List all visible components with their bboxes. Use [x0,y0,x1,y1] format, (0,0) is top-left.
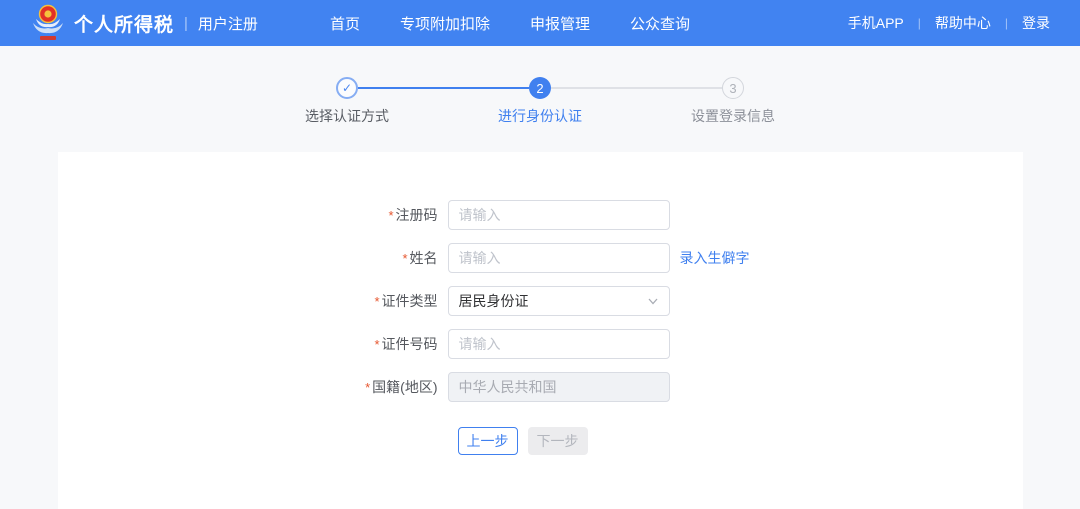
page-subtitle: 用户注册 [198,13,258,34]
identity-form: *注册码 *姓名 录入生僻字 *证件类型 居民身份证 *证件号码 *国籍(地区) [58,152,1023,455]
name-input[interactable] [448,243,670,273]
step-label: 进行身份认证 [498,106,582,126]
nav-item-special-deduction[interactable]: 专项附加扣除 [400,13,490,34]
app-title: 个人所得税 [74,10,174,37]
form-card: *注册码 *姓名 录入生僻字 *证件类型 居民身份证 *证件号码 *国籍(地区) [58,152,1023,509]
step-label: 选择认证方式 [305,106,389,126]
field-label: *国籍(地区) [58,377,438,397]
registration-stepper: ✓ 选择认证方式 2 进行身份认证 3 设置登录信息 [0,46,1080,152]
form-row-name: *姓名 录入生僻字 [58,243,1023,273]
top-navbar: 个人所得税 | 用户注册 首页 专项附加扣除 申报管理 公众查询 手机APP |… [0,0,1080,46]
field-label: *证件号码 [58,334,438,354]
step-number: 2 [529,77,551,99]
login-link[interactable]: 登录 [1022,13,1050,33]
id-type-selected-value: 居民身份证 [459,291,529,311]
form-row-registration-code: *注册码 [58,200,1023,230]
form-row-id-number: *证件号码 [58,329,1023,359]
field-label: *证件类型 [58,291,438,311]
id-number-input[interactable] [448,329,670,359]
form-row-nationality: *国籍(地区) 中华人民共和国 [58,372,1023,402]
step-choose-auth-method: ✓ 选择认证方式 [336,77,358,99]
nationality-input-disabled: 中华人民共和国 [448,372,670,402]
required-mark: * [388,208,393,223]
header-right-links: 手机APP | 帮助中心 | 登录 [848,13,1050,33]
nav-item-public-query[interactable]: 公众查询 [630,13,690,34]
nav-item-home[interactable]: 首页 [330,13,360,34]
step-connector-todo [551,87,722,89]
main-nav: 首页 专项附加扣除 申报管理 公众查询 [330,13,690,34]
step-identity-verification: 2 进行身份认证 [529,77,551,99]
step-number: 3 [722,77,744,99]
step-connector-done [358,87,529,89]
tax-bureau-logo-icon [30,3,66,43]
field-label: *姓名 [58,248,438,268]
step-label: 设置登录信息 [691,106,775,126]
separator: | [918,16,921,30]
required-mark: * [402,251,407,266]
separator: | [1005,16,1008,30]
chevron-down-icon [647,295,659,307]
form-actions: 上一步 下一步 [458,427,1023,455]
previous-step-button[interactable]: 上一步 [458,427,518,455]
next-step-button[interactable]: 下一步 [528,427,588,455]
title-divider: | [184,15,188,32]
mobile-app-link[interactable]: 手机APP [848,13,904,33]
step-done-check-icon: ✓ [336,77,358,99]
form-row-id-type: *证件类型 居民身份证 [58,286,1023,316]
id-type-select[interactable]: 居民身份证 [448,286,670,316]
required-mark: * [365,380,370,395]
registration-code-input[interactable] [448,200,670,230]
field-label: *注册码 [58,205,438,225]
step-set-login-info: 3 设置登录信息 [722,77,744,99]
required-mark: * [374,337,379,352]
required-mark: * [374,294,379,309]
nav-item-declaration[interactable]: 申报管理 [530,13,590,34]
help-center-link[interactable]: 帮助中心 [935,13,991,33]
rare-character-entry-link[interactable]: 录入生僻字 [680,248,750,268]
